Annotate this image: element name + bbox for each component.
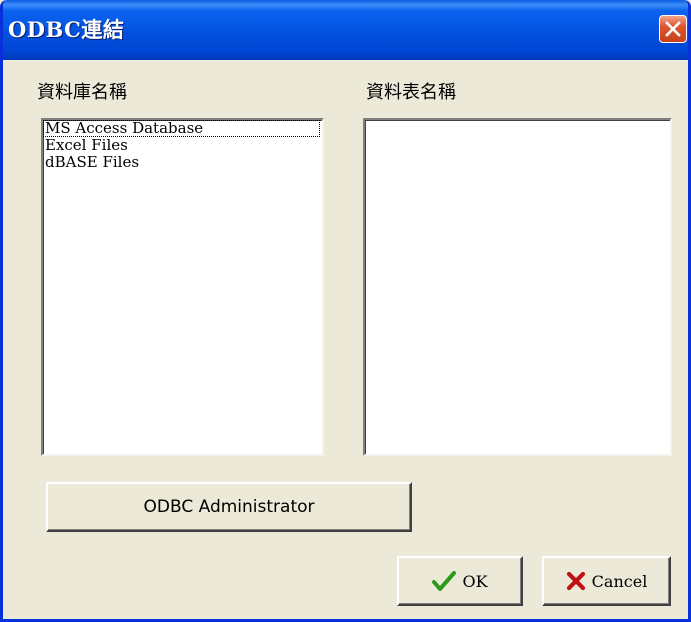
list-item-ms-access[interactable]: MS Access Database bbox=[43, 120, 320, 137]
title-bar[interactable]: ODBC連結 bbox=[3, 0, 688, 60]
odbc-dialog-window: ODBC連結 資料庫名稱 資料表名稱 MS Access Database Ex… bbox=[0, 0, 691, 622]
database-listbox[interactable]: MS Access Database Excel Files dBASE Fil… bbox=[41, 118, 324, 456]
odbc-administrator-label: ODBC Administrator bbox=[143, 497, 315, 517]
list-item-excel[interactable]: Excel Files bbox=[43, 137, 322, 154]
table-listbox[interactable] bbox=[363, 118, 672, 456]
ok-button[interactable]: OK bbox=[397, 556, 523, 606]
close-button[interactable] bbox=[659, 15, 687, 43]
cancel-label: Cancel bbox=[591, 571, 648, 591]
ok-label: OK bbox=[462, 571, 488, 591]
window-title: ODBC連結 bbox=[8, 17, 125, 42]
checkmark-icon bbox=[432, 570, 457, 592]
cancel-button[interactable]: Cancel bbox=[542, 556, 671, 606]
cross-icon bbox=[566, 571, 586, 591]
list-item-dbase[interactable]: dBASE Files bbox=[43, 154, 322, 171]
database-name-label: 資料庫名稱 bbox=[37, 82, 127, 103]
table-name-label: 資料表名稱 bbox=[366, 82, 456, 103]
odbc-administrator-button[interactable]: ODBC Administrator bbox=[46, 482, 412, 532]
